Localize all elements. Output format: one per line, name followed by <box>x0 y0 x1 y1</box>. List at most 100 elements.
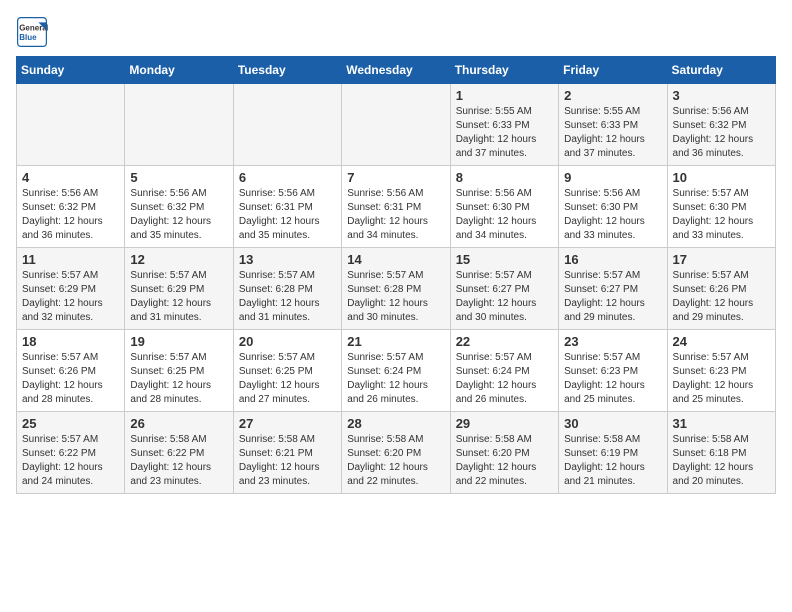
day-info: Sunrise: 5:58 AM Sunset: 6:22 PM Dayligh… <box>130 433 227 489</box>
day-number: 15 <box>456 252 553 267</box>
day-info: Sunrise: 5:57 AM Sunset: 6:24 PM Dayligh… <box>347 351 444 407</box>
day-info: Sunrise: 5:56 AM Sunset: 6:32 PM Dayligh… <box>673 105 770 161</box>
calendar-cell: 20 Sunrise: 5:57 AM Sunset: 6:25 PM Dayli… <box>233 330 341 412</box>
calendar-cell: 5 Sunrise: 5:56 AM Sunset: 6:32 PM Daylig… <box>125 166 233 248</box>
calendar-cell: 11 Sunrise: 5:57 AM Sunset: 6:29 PM Dayli… <box>17 248 125 330</box>
day-number: 18 <box>22 334 119 349</box>
day-number: 2 <box>564 88 661 103</box>
day-info: Sunrise: 5:58 AM Sunset: 6:21 PM Dayligh… <box>239 433 336 489</box>
calendar-cell: 2 Sunrise: 5:55 AM Sunset: 6:33 PM Daylig… <box>559 84 667 166</box>
calendar-cell: 27 Sunrise: 5:58 AM Sunset: 6:21 PM Dayli… <box>233 412 341 494</box>
day-number: 26 <box>130 416 227 431</box>
day-number: 1 <box>456 88 553 103</box>
svg-text:Blue: Blue <box>19 33 37 42</box>
calendar-cell: 10 Sunrise: 5:57 AM Sunset: 6:30 PM Dayli… <box>667 166 775 248</box>
day-info: Sunrise: 5:56 AM Sunset: 6:30 PM Dayligh… <box>456 187 553 243</box>
day-number: 29 <box>456 416 553 431</box>
calendar-cell: 18Sunrise: 5:57 AM Sunset: 6:26 PM Dayli… <box>17 330 125 412</box>
day-number: 21 <box>347 334 444 349</box>
calendar-cell: 21 Sunrise: 5:57 AM Sunset: 6:24 PM Dayli… <box>342 330 450 412</box>
calendar-cell: 26 Sunrise: 5:58 AM Sunset: 6:22 PM Dayli… <box>125 412 233 494</box>
calendar-cell: 4Sunrise: 5:56 AM Sunset: 6:32 PM Daylig… <box>17 166 125 248</box>
day-number: 6 <box>239 170 336 185</box>
weekday-header: Saturday <box>667 57 775 84</box>
day-number: 14 <box>347 252 444 267</box>
calendar-cell: 28 Sunrise: 5:58 AM Sunset: 6:20 PM Dayli… <box>342 412 450 494</box>
day-info: Sunrise: 5:58 AM Sunset: 6:18 PM Dayligh… <box>673 433 770 489</box>
day-info: Sunrise: 5:57 AM Sunset: 6:29 PM Dayligh… <box>130 269 227 325</box>
day-number: 12 <box>130 252 227 267</box>
day-number: 25 <box>22 416 119 431</box>
day-info: Sunrise: 5:55 AM Sunset: 6:33 PM Dayligh… <box>456 105 553 161</box>
day-number: 13 <box>239 252 336 267</box>
day-number: 20 <box>239 334 336 349</box>
day-number: 7 <box>347 170 444 185</box>
day-info: Sunrise: 5:58 AM Sunset: 6:20 PM Dayligh… <box>347 433 444 489</box>
day-info: Sunrise: 5:58 AM Sunset: 6:20 PM Dayligh… <box>456 433 553 489</box>
day-number: 5 <box>130 170 227 185</box>
day-info: Sunrise: 5:57 AM Sunset: 6:24 PM Dayligh… <box>456 351 553 407</box>
calendar-cell: 1 Sunrise: 5:55 AM Sunset: 6:33 PM Daylig… <box>450 84 558 166</box>
day-number: 24 <box>673 334 770 349</box>
day-info: Sunrise: 5:57 AM Sunset: 6:30 PM Dayligh… <box>673 187 770 243</box>
calendar-week-row: 25 Sunrise: 5:57 AM Sunset: 6:22 PM Dayli… <box>17 412 776 494</box>
day-info: Sunrise: 5:56 AM Sunset: 6:32 PM Dayligh… <box>130 187 227 243</box>
calendar-cell <box>342 84 450 166</box>
calendar-cell: 7 Sunrise: 5:56 AM Sunset: 6:31 PM Daylig… <box>342 166 450 248</box>
calendar-cell: 29 Sunrise: 5:58 AM Sunset: 6:20 PM Dayli… <box>450 412 558 494</box>
day-info: Sunrise: 5:57 AM Sunset: 6:25 PM Dayligh… <box>239 351 336 407</box>
day-number: 30 <box>564 416 661 431</box>
day-number: 28 <box>347 416 444 431</box>
calendar-cell <box>233 84 341 166</box>
day-number: 27 <box>239 416 336 431</box>
day-info: Sunrise: 5:56 AM Sunset: 6:31 PM Dayligh… <box>239 187 336 243</box>
calendar-cell: 16Sunrise: 5:57 AM Sunset: 6:27 PM Dayli… <box>559 248 667 330</box>
day-number: 16 <box>564 252 661 267</box>
day-info: Sunrise: 5:57 AM Sunset: 6:22 PM Dayligh… <box>22 433 119 489</box>
day-number: 22 <box>456 334 553 349</box>
calendar-cell: 13 Sunrise: 5:57 AM Sunset: 6:28 PM Dayli… <box>233 248 341 330</box>
day-info: Sunrise: 5:58 AM Sunset: 6:19 PM Dayligh… <box>564 433 661 489</box>
calendar-week-row: 4 Sunrise: 5:56 AM Sunset: 6:32 PM Daylig… <box>17 166 776 248</box>
calendar-cell: 23 Sunrise: 5:57 AM Sunset: 6:23 PM Dayli… <box>559 330 667 412</box>
day-info: Sunrise: 5:56 AM Sunset: 6:31 PM Dayligh… <box>347 187 444 243</box>
weekday-header: Tuesday <box>233 57 341 84</box>
weekday-row: SundayMondayTuesdayWednesdayThursdayFrid… <box>17 57 776 84</box>
day-info: Sunrise: 5:57 AM Sunset: 6:28 PM Dayligh… <box>239 269 336 325</box>
weekday-header: Friday <box>559 57 667 84</box>
day-info: Sunrise: 5:57 AM Sunset: 6:29 PM Dayligh… <box>22 269 119 325</box>
day-info: Sunrise: 5:57 AM Sunset: 6:28 PM Dayligh… <box>347 269 444 325</box>
calendar-cell <box>17 84 125 166</box>
calendar-table: SundayMondayTuesdayWednesdayThursdayFrid… <box>16 56 776 494</box>
weekday-header: Sunday <box>17 57 125 84</box>
day-number: 11 <box>22 252 119 267</box>
calendar-cell: 8Sunrise: 5:56 AM Sunset: 6:30 PM Daylig… <box>450 166 558 248</box>
day-number: 17 <box>673 252 770 267</box>
calendar-header: SundayMondayTuesdayWednesdayThursdayFrid… <box>17 57 776 84</box>
day-info: Sunrise: 5:56 AM Sunset: 6:30 PM Dayligh… <box>564 187 661 243</box>
calendar-cell: 25 Sunrise: 5:57 AM Sunset: 6:22 PM Dayli… <box>17 412 125 494</box>
day-info: Sunrise: 5:57 AM Sunset: 6:27 PM Dayligh… <box>456 269 553 325</box>
day-info: Sunrise: 5:57 AM Sunset: 6:23 PM Dayligh… <box>673 351 770 407</box>
calendar-week-row: 1 Sunrise: 5:55 AM Sunset: 6:33 PM Daylig… <box>17 84 776 166</box>
calendar-cell: 31Sunrise: 5:58 AM Sunset: 6:18 PM Dayli… <box>667 412 775 494</box>
day-info: Sunrise: 5:57 AM Sunset: 6:23 PM Dayligh… <box>564 351 661 407</box>
logo-icon: General Blue <box>16 16 48 48</box>
day-number: 10 <box>673 170 770 185</box>
day-info: Sunrise: 5:57 AM Sunset: 6:25 PM Dayligh… <box>130 351 227 407</box>
calendar-cell: 9Sunrise: 5:56 AM Sunset: 6:30 PM Daylig… <box>559 166 667 248</box>
day-info: Sunrise: 5:55 AM Sunset: 6:33 PM Dayligh… <box>564 105 661 161</box>
calendar-cell: 17Sunrise: 5:57 AM Sunset: 6:26 PM Dayli… <box>667 248 775 330</box>
calendar-cell: 24 Sunrise: 5:57 AM Sunset: 6:23 PM Dayli… <box>667 330 775 412</box>
day-number: 4 <box>22 170 119 185</box>
calendar-cell <box>125 84 233 166</box>
calendar-cell: 19 Sunrise: 5:57 AM Sunset: 6:25 PM Dayli… <box>125 330 233 412</box>
logo: General Blue <box>16 16 48 48</box>
calendar-cell: 30 Sunrise: 5:58 AM Sunset: 6:19 PM Dayli… <box>559 412 667 494</box>
calendar-body: 1 Sunrise: 5:55 AM Sunset: 6:33 PM Daylig… <box>17 84 776 494</box>
calendar-cell: 14 Sunrise: 5:57 AM Sunset: 6:28 PM Dayli… <box>342 248 450 330</box>
day-number: 19 <box>130 334 227 349</box>
calendar-cell: 3Sunrise: 5:56 AM Sunset: 6:32 PM Daylig… <box>667 84 775 166</box>
day-number: 23 <box>564 334 661 349</box>
calendar-week-row: 18Sunrise: 5:57 AM Sunset: 6:26 PM Dayli… <box>17 330 776 412</box>
